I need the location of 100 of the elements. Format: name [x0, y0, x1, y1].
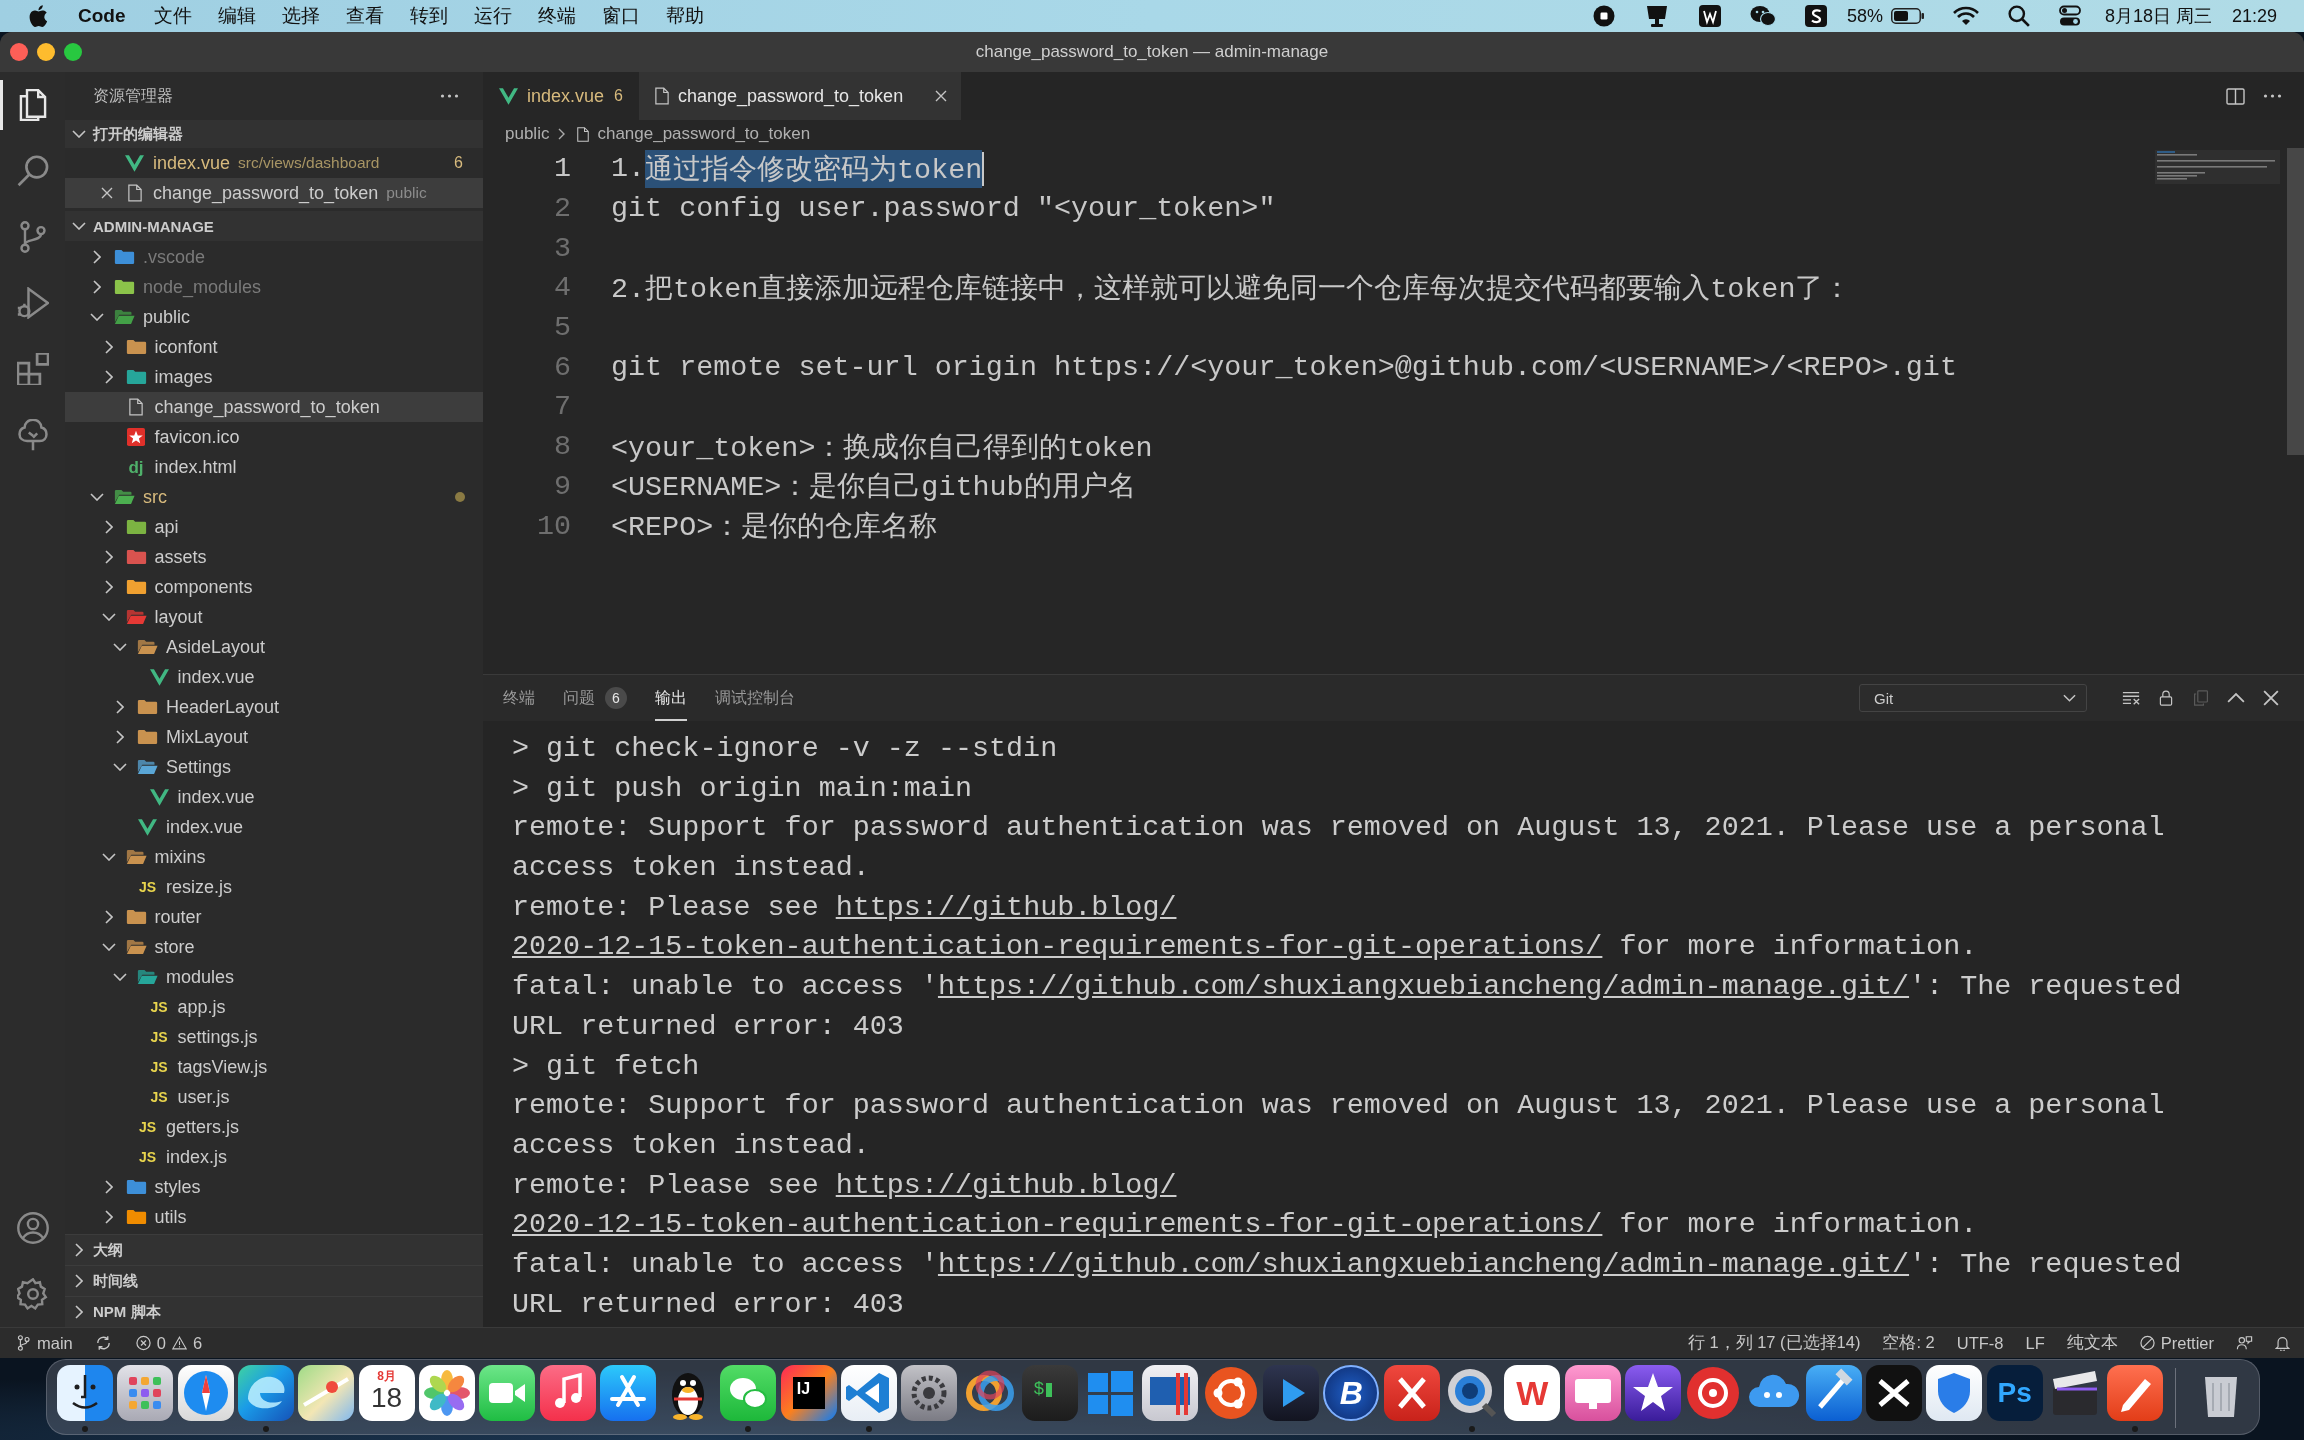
- zigzag-app-icon[interactable]: [1698, 5, 1721, 27]
- open-editor-item[interactable]: index.vue src/views/dashboard 6: [65, 148, 483, 178]
- ribbon-icon[interactable]: [841, 1365, 897, 1421]
- open-editor-item[interactable]: change_password_to_token public: [65, 178, 483, 208]
- zoom-window-icon[interactable]: [64, 43, 82, 61]
- output-link[interactable]: https://github.com/shuxiangxuebiancheng/admin-manage.git/: [937, 970, 1910, 1004]
- flower-icon[interactable]: [418, 1365, 475, 1421]
- tree-item[interactable]: api: [65, 512, 483, 542]
- section-header[interactable]: 打开的编辑器: [65, 120, 483, 148]
- menu-item[interactable]: 帮助: [665, 3, 704, 29]
- tree-icon[interactable]: [16, 419, 49, 451]
- more-icon[interactable]: [2263, 94, 2282, 98]
- panel-tab[interactable]: 输出: [655, 675, 687, 721]
- menu-item[interactable]: 运行: [473, 3, 512, 29]
- panel-tab[interactable]: 终端: [503, 675, 535, 721]
- calendar-icon[interactable]: 8月 18: [358, 1365, 415, 1421]
- output-link[interactable]: 2020-12-15-token-authentication-requirements-for-git-operations/: [512, 1208, 1603, 1242]
- lock-icon[interactable]: [2157, 690, 2175, 706]
- map-icon[interactable]: [298, 1365, 355, 1421]
- output-link[interactable]: https://github.blog/: [835, 1168, 1177, 1202]
- tree-item[interactable]: favicon.ico: [65, 422, 483, 452]
- stop-circle-icon[interactable]: [1592, 5, 1615, 27]
- menu-item[interactable]: 编辑: [217, 3, 256, 29]
- menu-bar-date[interactable]: 8月18日 周三: [2104, 4, 2212, 28]
- tree-item[interactable]: dj index.html: [65, 452, 483, 482]
- tree-item[interactable]: styles: [65, 1172, 483, 1202]
- encoding-status[interactable]: UTF-8: [1956, 1333, 2004, 1353]
- breadcrumb-item[interactable]: public: [505, 124, 550, 144]
- section-header[interactable]: 大纲: [65, 1234, 483, 1265]
- smiling-face-icon[interactable]: [57, 1365, 114, 1421]
- output-link[interactable]: https://github.com/shuxiangxuebiancheng/admin-manage.git/: [937, 1247, 1910, 1281]
- output-link[interactable]: https://github.blog/: [835, 890, 1177, 924]
- window-bars-icon[interactable]: [1142, 1365, 1199, 1421]
- s-curve-app-icon[interactable]: [1804, 5, 1827, 27]
- close-window-icon[interactable]: [10, 43, 28, 61]
- run-debug-icon[interactable]: [16, 287, 49, 319]
- menu-item[interactable]: 查看: [345, 3, 384, 29]
- tree-item[interactable]: JS tagsView.js: [65, 1052, 483, 1082]
- pen-icon[interactable]: [2107, 1365, 2164, 1421]
- apple-icon[interactable]: [29, 4, 48, 28]
- tree-item[interactable]: Settings: [65, 752, 483, 782]
- gear-icon[interactable]: [901, 1365, 958, 1421]
- tree-item[interactable]: utils: [65, 1202, 483, 1232]
- shield-icon[interactable]: [1926, 1365, 1983, 1421]
- wifi-icon[interactable]: [1952, 5, 1979, 27]
- tree-item[interactable]: JS user.js: [65, 1082, 483, 1112]
- settings-icon[interactable]: [16, 1278, 49, 1310]
- problems-status[interactable]: 0 6: [135, 1333, 203, 1353]
- language-mode[interactable]: 纯文本: [2066, 1332, 2118, 1354]
- sync-icon[interactable]: [94, 1335, 112, 1351]
- breadcrumb-item[interactable]: change_password_to_token: [577, 124, 811, 144]
- tree-item[interactable]: assets: [65, 542, 483, 572]
- account-icon[interactable]: [16, 1212, 49, 1244]
- tree-item[interactable]: JS resize.js: [65, 872, 483, 902]
- tree-item[interactable]: JS settings.js: [65, 1022, 483, 1052]
- clear-output-icon[interactable]: [2122, 690, 2140, 706]
- cursor-position[interactable]: 行 1，列 17 (已选择14): [1687, 1332, 1861, 1354]
- output-channel-dropdown[interactable]: Git: [1859, 684, 2087, 712]
- app-menu[interactable]: Code: [78, 5, 126, 27]
- circle-nodes-icon[interactable]: [1202, 1365, 1259, 1421]
- tree-item[interactable]: index.vue: [65, 812, 483, 842]
- split-editor-icon[interactable]: [2226, 87, 2245, 105]
- terminal-icon[interactable]: $: [1021, 1365, 1078, 1421]
- minimize-window-icon[interactable]: [37, 43, 55, 61]
- section-header[interactable]: ADMIN-MANAGE: [65, 211, 483, 241]
- swirl-icon[interactable]: [238, 1365, 295, 1421]
- menu-item[interactable]: 窗口: [601, 3, 640, 29]
- tree-item[interactable]: index.vue: [65, 662, 483, 692]
- tree-item[interactable]: change_password_to_token: [65, 392, 483, 422]
- extensions-icon[interactable]: [16, 353, 49, 385]
- tree-item[interactable]: JS index.js: [65, 1142, 483, 1172]
- tree-item[interactable]: AsideLayout: [65, 632, 483, 662]
- indentation-status[interactable]: 空格: 2: [1882, 1332, 1935, 1354]
- x-mark-icon[interactable]: [1866, 1365, 1923, 1421]
- tree-item[interactable]: components: [65, 572, 483, 602]
- control-center-icon[interactable]: [2058, 5, 2081, 27]
- tree-item[interactable]: HeaderLayout: [65, 692, 483, 722]
- tree-item[interactable]: router: [65, 902, 483, 932]
- menu-item[interactable]: 终端: [537, 3, 576, 29]
- video-camera-icon[interactable]: [479, 1365, 536, 1421]
- menu-item[interactable]: 转到: [409, 3, 448, 29]
- tree-item[interactable]: modules: [65, 962, 483, 992]
- ps-tile-icon[interactable]: Ps: [1986, 1365, 2043, 1421]
- tree-item[interactable]: store: [65, 932, 483, 962]
- chat-bubbles-icon[interactable]: [1749, 5, 1776, 27]
- tree-item[interactable]: mixins: [65, 842, 483, 872]
- chat-bubbles-icon[interactable]: [720, 1365, 777, 1421]
- more-icon[interactable]: [440, 94, 459, 98]
- app-grid-icon[interactable]: [117, 1365, 174, 1421]
- tree-item[interactable]: layout: [65, 602, 483, 632]
- section-header[interactable]: NPM 脚本: [65, 1296, 483, 1327]
- panel-tab[interactable]: 问题 6: [563, 675, 627, 721]
- ij-tile-icon[interactable]: IJ: [780, 1365, 837, 1421]
- panel-tab[interactable]: 调试控制台: [715, 675, 795, 721]
- output-link[interactable]: 2020-12-15-token-authentication-requirements-for-git-operations/: [512, 930, 1603, 964]
- tree-item[interactable]: MixLayout: [65, 722, 483, 752]
- tree-item[interactable]: iconfont: [65, 332, 483, 362]
- tree-item[interactable]: index.vue: [65, 782, 483, 812]
- compass-icon[interactable]: [177, 1365, 234, 1421]
- target-disc-icon[interactable]: [1685, 1365, 1742, 1421]
